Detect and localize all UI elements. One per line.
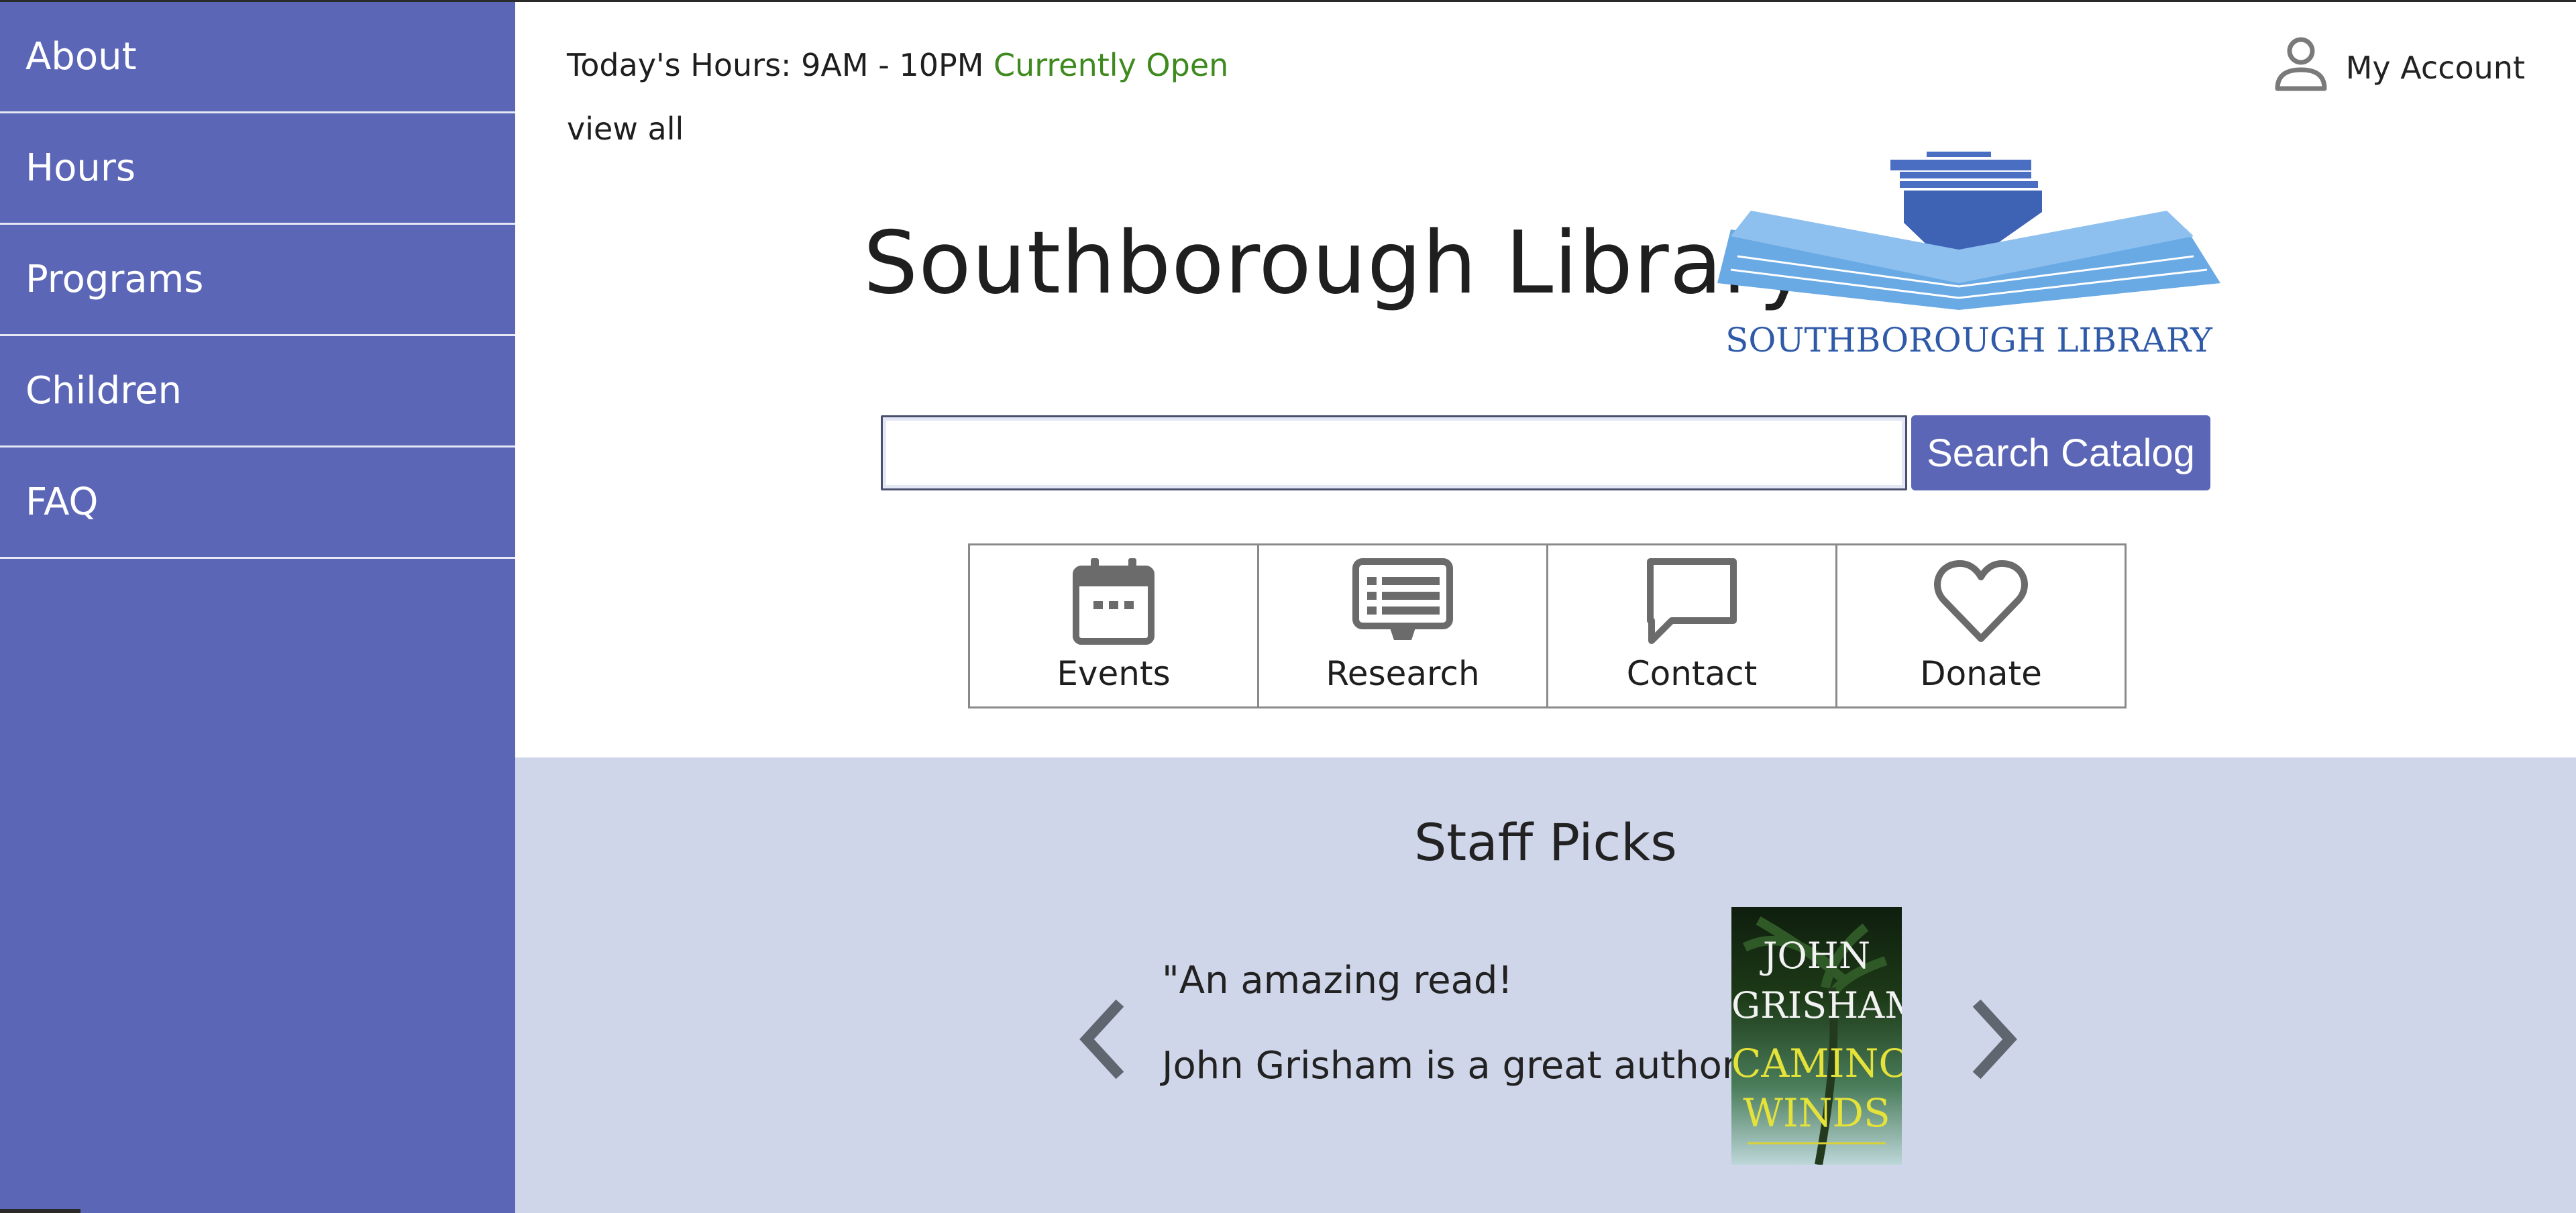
sidebar-item-faq[interactable]: FAQ (0, 447, 515, 559)
cover-title: CAMINO WINDS (1731, 1041, 1902, 1136)
book-cover[interactable]: JOHNGRISHAM CAMINOWINDS (1731, 907, 1902, 1165)
heart-icon (1934, 551, 2028, 651)
staff-picks-section: Staff Picks "An amazing read! John Grish… (515, 757, 2576, 1213)
chevron-left-icon (1079, 999, 1124, 1079)
calendar-icon (1072, 551, 1155, 651)
research-label: Research (1326, 654, 1480, 693)
my-account-link[interactable]: My Account (2273, 35, 2525, 100)
sidebar-item-about[interactable]: About (0, 2, 515, 113)
cover-author: JOHNGRISHAM (1731, 935, 1902, 1026)
carousel-prev-button[interactable] (1072, 992, 1132, 1086)
events-tile[interactable]: Events (968, 543, 1259, 708)
speech-bubble-icon (1645, 551, 1739, 651)
contact-label: Contact (1626, 654, 1758, 693)
view-all-link[interactable]: view all (567, 111, 684, 147)
open-status: Currently Open (994, 47, 1229, 83)
pick-quote-line1: "An amazing read! (1162, 959, 1513, 1002)
sidebar-item-label: Programs (25, 258, 204, 301)
donate-tile[interactable]: Donate (1835, 543, 2127, 708)
library-title: Southborough Library (863, 213, 1811, 313)
contact-tile[interactable]: Contact (1546, 543, 1837, 708)
bottom-edge (0, 1209, 80, 1213)
chevron-right-icon (1972, 999, 2017, 1079)
sidebar-item-label: FAQ (25, 480, 99, 524)
sidebar-item-label: Children (25, 369, 182, 413)
sidebar-item-programs[interactable]: Programs (0, 225, 515, 336)
logo-text: SOUTHBOROUGH LIBRARY (1725, 321, 2213, 360)
user-icon (2273, 35, 2328, 100)
search-catalog-button[interactable]: Search Catalog (1911, 415, 2210, 490)
carousel-next-button[interactable] (1964, 992, 2025, 1086)
monitor-icon (1352, 551, 1453, 651)
library-logo[interactable]: SOUTHBOROUGH LIBRARY (1711, 149, 2227, 364)
pick-quote-line2: John Grisham is a great author." (1162, 1044, 1764, 1088)
sidebar-item-hours[interactable]: Hours (0, 113, 515, 225)
research-tile[interactable]: Research (1257, 543, 1548, 708)
quick-links: Events Research Contact Donate (968, 543, 2127, 708)
donate-label: Donate (1920, 654, 2042, 693)
hours-text: Today's Hours: 9AM - 10PM (567, 47, 984, 83)
sidebar-item-children[interactable]: Children (0, 336, 515, 447)
todays-hours: Today's Hours: 9AM - 10PM Currently Open (567, 47, 1228, 83)
sidebar-item-label: About (25, 35, 137, 78)
events-label: Events (1057, 654, 1171, 693)
my-account-label: My Account (2345, 49, 2525, 86)
sidebar-nav: About Hours Programs Children FAQ (0, 2, 515, 1213)
staff-picks-title: Staff Picks (1414, 812, 1677, 872)
sidebar-item-label: Hours (25, 146, 136, 190)
catalog-search-input[interactable] (881, 415, 1907, 490)
